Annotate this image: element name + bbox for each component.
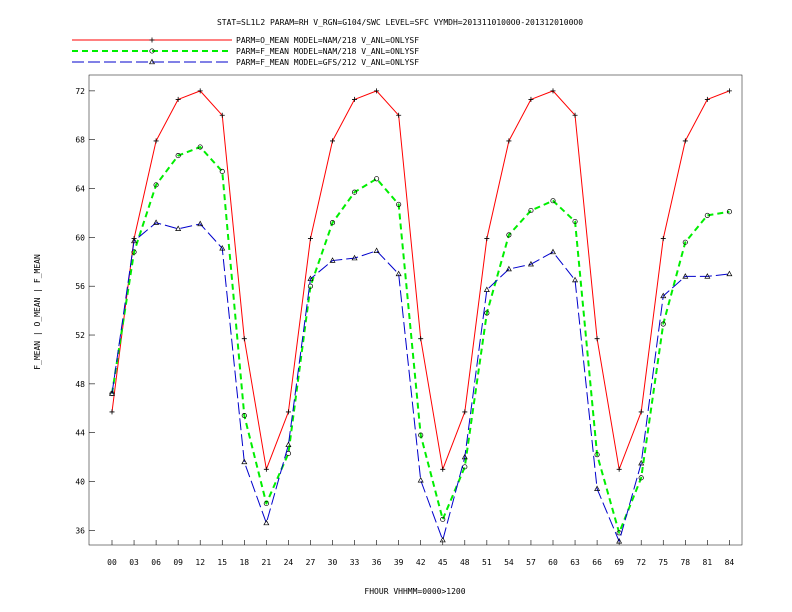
series-line-2 (111, 222, 730, 542)
x-tick-label-4: 12 (195, 558, 205, 567)
x-tick-label-8: 24 (284, 558, 294, 567)
x-tick-label-28: 84 (725, 558, 735, 567)
series-0-point-23 (616, 466, 622, 472)
x-tick-label-3: 09 (173, 558, 183, 567)
plot-area-frame (88, 74, 743, 546)
x-tick-label-27: 81 (703, 558, 713, 567)
series-0-point-11 (352, 96, 358, 102)
x-tick-label-9: 27 (306, 558, 316, 567)
x-tick-label-15: 45 (438, 558, 448, 567)
x-tick-label-16: 48 (460, 558, 470, 567)
series-0-point-26 (682, 138, 688, 144)
y-tick-label-8: 68 (75, 136, 85, 145)
legend-marker-0 (149, 37, 155, 43)
y-axis-label: F_MEAN | O_MEAN | F_MEAN (33, 254, 42, 370)
series-0-point-8 (285, 409, 291, 415)
series-1-point-19 (528, 207, 534, 214)
y-tick-label-6: 60 (75, 233, 85, 242)
series-0-point-17 (484, 236, 490, 242)
y-tick-label-4: 52 (75, 331, 85, 340)
x-tick-label-25: 75 (658, 558, 668, 567)
y-tick-label-1: 40 (75, 478, 85, 487)
legend-label-0: PARM=O_MEAN MODEL=NAM/218 V_ANL=ONLYSF (236, 36, 419, 45)
legend-entry-0: PARM=O_MEAN MODEL=NAM/218 V_ANL=ONLYSF (72, 36, 419, 45)
legend-entry-2: PARM=F_MEAN MODEL=GFS/212 V_ANL=ONLYSF (72, 58, 419, 67)
legend-label-1: PARM=F_MEAN MODEL=NAM/218 V_ANL=ONLYSF (236, 47, 419, 56)
x-tick-label-0: 00 (107, 558, 117, 567)
x-tick-label-20: 60 (548, 558, 558, 567)
y-tick-label-0: 36 (75, 526, 85, 535)
series-2-point-12 (373, 247, 380, 253)
series-0-point-10 (330, 138, 335, 144)
series-0-point-16 (462, 409, 468, 415)
series-0-point-24 (638, 409, 644, 415)
x-tick-label-7: 21 (262, 558, 272, 567)
x-tick-label-19: 57 (526, 558, 536, 567)
series-0-point-18 (506, 138, 512, 144)
series-2-point-28 (726, 270, 733, 277)
x-tick-label-26: 78 (680, 558, 690, 567)
y-axis: 36 40 44 48 52 56 60 64 68 72 (75, 87, 95, 535)
series-0-point-14 (418, 336, 424, 342)
y-tick-label-3: 48 (75, 380, 85, 389)
x-tick-label-6: 18 (239, 558, 249, 567)
x-tick-label-18: 54 (504, 558, 514, 567)
legend: PARM=O_MEAN MODEL=NAM/218 V_ANL=ONLYSF P… (72, 36, 419, 67)
series-0-point-0 (109, 409, 115, 415)
series-0-point-2 (153, 138, 159, 144)
x-tick-label-17: 51 (482, 558, 492, 567)
chart: STAT=SL1L2 PARAM=RH V_RGN=G104/SWC LEVEL… (33, 18, 743, 596)
legend-entry-1: PARM=F_MEAN MODEL=NAM/218 V_ANL=ONLYSF (72, 47, 419, 56)
series-line-0 (111, 90, 730, 470)
y-tick-label-5: 56 (75, 282, 85, 291)
x-tick-label-22: 66 (592, 558, 602, 567)
x-tick-label-5: 15 (217, 558, 227, 567)
x-tick-label-2: 06 (151, 558, 161, 567)
x-axis-label: FHOUR VHHMM=0000>1200 (364, 587, 465, 596)
series-0-point-7 (263, 466, 269, 472)
y-tick-label-7: 64 (75, 185, 85, 194)
x-tick-label-11: 33 (350, 558, 360, 567)
y-tick-label-9: 72 (75, 87, 85, 96)
x-tick-label-21: 63 (570, 558, 580, 567)
x-tick-label-13: 39 (394, 558, 404, 567)
series-0-point-3 (175, 96, 181, 102)
legend-label-2: PARM=F_MEAN MODEL=GFS/212 V_ANL=ONLYSF (236, 58, 419, 67)
chart-title: STAT=SL1L2 PARAM=RH V_RGN=G104/SWC LEVEL… (217, 18, 583, 27)
series-0-point-15 (440, 466, 446, 472)
series-0-point-19 (528, 96, 534, 102)
y-tick-label-2: 44 (75, 429, 85, 438)
series-0-point-28 (726, 88, 732, 94)
series-0-point-9 (307, 236, 313, 242)
series-0-point-27 (704, 96, 710, 102)
series-0-point-6 (241, 336, 247, 342)
x-tick-label-14: 42 (416, 558, 426, 567)
series-layer (109, 37, 733, 544)
series-0-point-22 (594, 336, 600, 342)
x-tick-label-10: 30 (328, 558, 338, 567)
x-tick-label-1: 03 (129, 558, 139, 567)
x-axis: 00 03 06 09 12 15 18 21 24 27 30 33 36 39 42 45 48 51 54 57… (107, 540, 734, 567)
series-1-point-5 (219, 168, 225, 174)
series-0-point-25 (660, 236, 666, 242)
x-tick-label-23: 69 (614, 558, 624, 567)
x-tick-label-12: 36 (372, 558, 382, 567)
x-tick-label-24: 72 (636, 558, 646, 567)
series-2-point-7 (263, 519, 270, 526)
